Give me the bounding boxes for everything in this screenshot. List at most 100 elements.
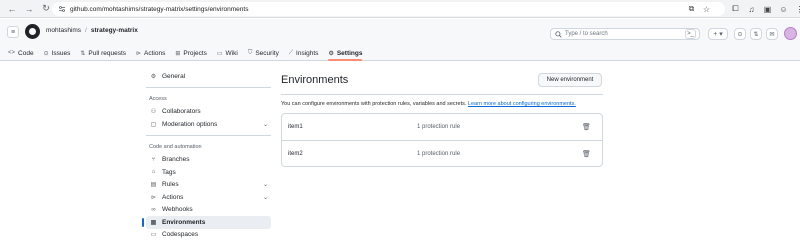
sidebar-item-moderation[interactable]: ▢ Moderation options ⌄ xyxy=(146,118,271,131)
tab-label: Settings xyxy=(336,49,363,57)
sidebar-item-branches[interactable]: ⑂ Branches xyxy=(146,154,271,167)
sidebar-item-tags[interactable]: ⌂ Tags xyxy=(146,166,271,179)
address-bar[interactable]: github.com/mohtashims/strategy-matrix/se… xyxy=(52,2,725,16)
tab-actions[interactable]: ⊳ Actions xyxy=(136,45,165,61)
tab-insights[interactable]: ⟋ Insights xyxy=(289,45,319,61)
sidebar-item-actions[interactable]: ⊳ Actions ⌄ xyxy=(146,191,271,204)
environments-list: item1 1 protection rule 🗑 item2 1 protec… xyxy=(281,113,603,167)
comment-icon: ▢ xyxy=(150,121,157,128)
browser-toolbar: ← → ↻ github.com/mohtashims/strategy-mat… xyxy=(0,0,800,18)
protection-rule-count: 1 protection rule xyxy=(417,150,461,157)
list-item[interactable]: item2 1 protection rule 🗑 xyxy=(282,140,602,166)
sidebar-item-general[interactable]: ⚙ General xyxy=(146,70,271,83)
sidebar-item-label: Tags xyxy=(162,168,176,176)
description: You can configure environments with prot… xyxy=(281,101,603,107)
server-icon: ▦ xyxy=(150,219,157,226)
settings-sidebar: ⚙ General Access ⚇ Collaborators ▢ Moderati… xyxy=(142,70,271,240)
code-icon: <> xyxy=(8,50,16,56)
breadcrumb-separator: / xyxy=(85,27,87,34)
description-text: You can configure environments with prot… xyxy=(281,101,467,107)
tab-issues[interactable]: ⊙ Issues xyxy=(44,45,71,61)
sidebar-item-label: Actions xyxy=(162,193,184,201)
sidebar-item-label: Environments xyxy=(162,218,206,226)
tab-pull-requests[interactable]: ⇅ Pull requests xyxy=(80,45,126,61)
learn-more-link[interactable]: Learn more about configuring environment… xyxy=(468,101,576,107)
breadcrumb: mohtashims / strategy-matrix xyxy=(46,27,138,34)
inbox-icon[interactable]: ✉ xyxy=(766,28,778,40)
sidebar-item-webhooks[interactable]: ∞ Webhooks xyxy=(146,204,271,217)
command-palette-icon[interactable]: >_ xyxy=(685,29,696,39)
profile-icon[interactable]: ☺ xyxy=(778,4,789,15)
sidebar-item-collaborators[interactable]: ⚇ Collaborators xyxy=(146,106,271,119)
tag-icon: ⌂ xyxy=(151,169,156,176)
sidebar-item-label: Moderation options xyxy=(162,120,218,128)
site-info-icon[interactable] xyxy=(58,5,66,13)
branch-icon: ⑂ xyxy=(151,156,156,163)
search-icon xyxy=(555,30,562,38)
sidebar-item-label: Codespaces xyxy=(162,231,199,239)
trash-icon[interactable]: 🗑 xyxy=(582,123,591,131)
chevron-down-icon: ⌄ xyxy=(262,194,268,201)
sidebar-group-code: Code and automation xyxy=(149,143,202,150)
environment-name[interactable]: item1 xyxy=(288,124,303,130)
chevron-down-icon: ⌄ xyxy=(262,182,268,189)
divider xyxy=(281,94,603,95)
sidebar-item-label: Collaborators xyxy=(162,108,201,116)
breadcrumb-repo[interactable]: strategy-matrix xyxy=(91,27,138,34)
sidebar-item-label: Branches xyxy=(162,156,190,164)
reload-icon[interactable]: ↻ xyxy=(39,2,53,16)
list-item[interactable]: item1 1 protection rule 🗑 xyxy=(282,114,602,140)
issues-icon[interactable]: ⊙ xyxy=(734,28,746,40)
play-icon: ⊳ xyxy=(150,194,157,201)
search-input[interactable]: Type / to search xyxy=(550,28,700,40)
back-icon[interactable]: ← xyxy=(5,2,19,16)
tab-code[interactable]: <> Code xyxy=(8,45,34,61)
table-icon: ⊞ xyxy=(175,50,181,57)
pull-request-icon: ⇅ xyxy=(80,50,86,57)
tab-label: Insights xyxy=(296,49,319,57)
sidepanel-icon[interactable]: ▣ xyxy=(762,4,773,15)
sidebar-item-codespaces[interactable]: ▭ Codespaces xyxy=(146,229,271,240)
chevron-down-icon: ⌄ xyxy=(262,121,268,128)
repo-nav: <> Code ⊙ Issues ⇅ Pull requests ⊳ Actions ⊞… xyxy=(0,45,800,61)
search-placeholder: Type / to search xyxy=(565,31,608,37)
rules-icon: ▤ xyxy=(150,182,157,189)
tab-wiki[interactable]: ▭ Wiki xyxy=(217,45,238,61)
tab-label: Pull requests xyxy=(88,49,126,57)
media-icon[interactable]: ♫ xyxy=(746,4,757,15)
trash-icon[interactable]: 🗑 xyxy=(582,150,591,158)
forward-icon[interactable]: → xyxy=(22,2,36,16)
tab-security[interactable]: ⛉ Security xyxy=(248,45,279,61)
menu-kebab-icon[interactable]: ⋮ xyxy=(794,4,800,15)
tab-label: Issues xyxy=(51,49,71,57)
github-logo-icon[interactable] xyxy=(25,24,40,39)
avatar[interactable] xyxy=(784,27,797,40)
sidebar-item-environments[interactable]: ▦ Environments xyxy=(142,216,271,229)
tab-label: Projects xyxy=(183,49,207,57)
tab-settings[interactable]: ⚙ Settings xyxy=(328,45,363,61)
graph-icon: ⟋ xyxy=(288,49,294,56)
gear-icon: ⚙ xyxy=(150,73,157,80)
tab-label: Security xyxy=(255,49,279,57)
create-new-button[interactable]: + ▾ xyxy=(708,28,728,40)
people-icon: ⚇ xyxy=(150,109,157,116)
environment-name[interactable]: item2 xyxy=(288,151,303,157)
sidebar-item-label: Webhooks xyxy=(162,206,193,214)
hamburger-menu-icon[interactable]: ≡ xyxy=(7,26,19,38)
sidebar-item-label: Rules xyxy=(162,181,179,189)
tab-label: Code xyxy=(18,49,34,57)
bookmark-star-icon[interactable]: ☆ xyxy=(701,4,712,15)
tab-projects[interactable]: ⊞ Projects xyxy=(175,45,207,61)
github-header: ≡ mohtashims / strategy-matrix Type / to… xyxy=(0,19,800,61)
translate-icon[interactable]: ⧉ xyxy=(686,4,697,15)
breadcrumb-owner[interactable]: mohtashims xyxy=(46,27,81,34)
shield-icon: ⛉ xyxy=(247,49,253,56)
extensions-icon[interactable]: ⧠ xyxy=(730,4,741,15)
sidebar-group-access: Access xyxy=(149,95,167,102)
sidebar-item-rules[interactable]: ▤ Rules ⌄ xyxy=(146,179,271,192)
pull-requests-icon[interactable]: ⇅ xyxy=(750,28,762,40)
issue-icon: ⊙ xyxy=(43,50,49,57)
divider xyxy=(146,86,271,88)
new-environment-button[interactable]: New environment xyxy=(538,73,602,87)
sidebar-item-label: General xyxy=(162,72,186,80)
